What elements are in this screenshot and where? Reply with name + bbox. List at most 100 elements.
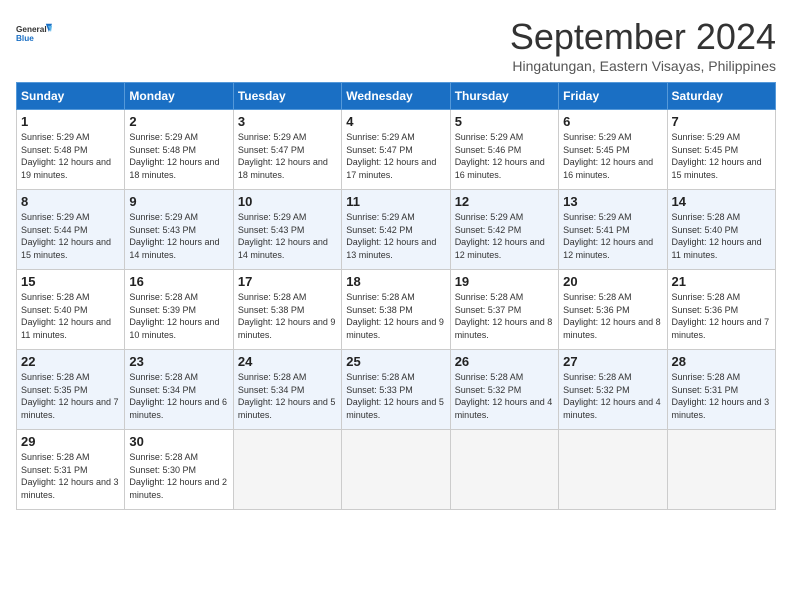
week-row-2: 8 Sunrise: 5:29 AMSunset: 5:44 PMDayligh… <box>17 190 776 270</box>
day-info: Sunrise: 5:28 AMSunset: 5:37 PMDaylight:… <box>455 292 553 340</box>
header-cell-tuesday: Tuesday <box>233 83 341 110</box>
day-cell: 17 Sunrise: 5:28 AMSunset: 5:38 PMDaylig… <box>233 270 341 350</box>
day-cell: 1 Sunrise: 5:29 AMSunset: 5:48 PMDayligh… <box>17 110 125 190</box>
header-cell-thursday: Thursday <box>450 83 558 110</box>
day-cell <box>450 430 558 510</box>
title-area: September 2024 Hingatungan, Eastern Visa… <box>510 16 776 74</box>
header-cell-wednesday: Wednesday <box>342 83 450 110</box>
day-number: 10 <box>238 194 337 209</box>
week-row-4: 22 Sunrise: 5:28 AMSunset: 5:35 PMDaylig… <box>17 350 776 430</box>
day-cell: 4 Sunrise: 5:29 AMSunset: 5:47 PMDayligh… <box>342 110 450 190</box>
day-number: 27 <box>563 354 662 369</box>
day-info: Sunrise: 5:28 AMSunset: 5:36 PMDaylight:… <box>563 292 661 340</box>
day-number: 15 <box>21 274 120 289</box>
week-row-5: 29 Sunrise: 5:28 AMSunset: 5:31 PMDaylig… <box>17 430 776 510</box>
day-number: 18 <box>346 274 445 289</box>
day-info: Sunrise: 5:29 AMSunset: 5:42 PMDaylight:… <box>346 212 436 260</box>
day-cell: 2 Sunrise: 5:29 AMSunset: 5:48 PMDayligh… <box>125 110 233 190</box>
day-info: Sunrise: 5:29 AMSunset: 5:46 PMDaylight:… <box>455 132 545 180</box>
location-title: Hingatungan, Eastern Visayas, Philippine… <box>510 58 776 74</box>
day-cell: 7 Sunrise: 5:29 AMSunset: 5:45 PMDayligh… <box>667 110 775 190</box>
day-cell: 16 Sunrise: 5:28 AMSunset: 5:39 PMDaylig… <box>125 270 233 350</box>
day-info: Sunrise: 5:28 AMSunset: 5:38 PMDaylight:… <box>346 292 444 340</box>
day-number: 19 <box>455 274 554 289</box>
day-info: Sunrise: 5:28 AMSunset: 5:40 PMDaylight:… <box>672 212 762 260</box>
day-number: 8 <box>21 194 120 209</box>
logo: General Blue <box>16 16 52 52</box>
day-cell: 13 Sunrise: 5:29 AMSunset: 5:41 PMDaylig… <box>559 190 667 270</box>
day-number: 2 <box>129 114 228 129</box>
day-info: Sunrise: 5:29 AMSunset: 5:47 PMDaylight:… <box>238 132 328 180</box>
header-cell-friday: Friday <box>559 83 667 110</box>
day-cell: 3 Sunrise: 5:29 AMSunset: 5:47 PMDayligh… <box>233 110 341 190</box>
day-info: Sunrise: 5:28 AMSunset: 5:33 PMDaylight:… <box>346 372 444 420</box>
header-cell-saturday: Saturday <box>667 83 775 110</box>
day-number: 9 <box>129 194 228 209</box>
day-cell: 21 Sunrise: 5:28 AMSunset: 5:36 PMDaylig… <box>667 270 775 350</box>
day-number: 3 <box>238 114 337 129</box>
day-number: 6 <box>563 114 662 129</box>
day-info: Sunrise: 5:28 AMSunset: 5:34 PMDaylight:… <box>129 372 227 420</box>
day-info: Sunrise: 5:28 AMSunset: 5:39 PMDaylight:… <box>129 292 219 340</box>
day-cell: 10 Sunrise: 5:29 AMSunset: 5:43 PMDaylig… <box>233 190 341 270</box>
day-cell: 11 Sunrise: 5:29 AMSunset: 5:42 PMDaylig… <box>342 190 450 270</box>
day-info: Sunrise: 5:29 AMSunset: 5:43 PMDaylight:… <box>129 212 219 260</box>
day-info: Sunrise: 5:29 AMSunset: 5:48 PMDaylight:… <box>129 132 219 180</box>
day-cell: 5 Sunrise: 5:29 AMSunset: 5:46 PMDayligh… <box>450 110 558 190</box>
day-number: 26 <box>455 354 554 369</box>
day-cell: 19 Sunrise: 5:28 AMSunset: 5:37 PMDaylig… <box>450 270 558 350</box>
day-info: Sunrise: 5:28 AMSunset: 5:30 PMDaylight:… <box>129 452 227 500</box>
header-cell-monday: Monday <box>125 83 233 110</box>
day-cell: 20 Sunrise: 5:28 AMSunset: 5:36 PMDaylig… <box>559 270 667 350</box>
day-number: 1 <box>21 114 120 129</box>
header-row: SundayMondayTuesdayWednesdayThursdayFrid… <box>17 83 776 110</box>
day-info: Sunrise: 5:29 AMSunset: 5:48 PMDaylight:… <box>21 132 111 180</box>
day-info: Sunrise: 5:28 AMSunset: 5:38 PMDaylight:… <box>238 292 336 340</box>
day-number: 24 <box>238 354 337 369</box>
day-info: Sunrise: 5:29 AMSunset: 5:45 PMDaylight:… <box>563 132 653 180</box>
day-number: 16 <box>129 274 228 289</box>
svg-text:Blue: Blue <box>16 34 34 43</box>
day-number: 21 <box>672 274 771 289</box>
page-header: General Blue September 2024 Hingatungan,… <box>16 16 776 74</box>
day-info: Sunrise: 5:29 AMSunset: 5:43 PMDaylight:… <box>238 212 328 260</box>
day-number: 14 <box>672 194 771 209</box>
day-info: Sunrise: 5:28 AMSunset: 5:31 PMDaylight:… <box>21 452 119 500</box>
day-info: Sunrise: 5:29 AMSunset: 5:42 PMDaylight:… <box>455 212 545 260</box>
month-title: September 2024 <box>510 16 776 58</box>
day-info: Sunrise: 5:29 AMSunset: 5:45 PMDaylight:… <box>672 132 762 180</box>
logo-svg: General Blue <box>16 16 52 52</box>
day-cell: 15 Sunrise: 5:28 AMSunset: 5:40 PMDaylig… <box>17 270 125 350</box>
day-info: Sunrise: 5:28 AMSunset: 5:32 PMDaylight:… <box>563 372 661 420</box>
day-info: Sunrise: 5:28 AMSunset: 5:40 PMDaylight:… <box>21 292 111 340</box>
day-info: Sunrise: 5:29 AMSunset: 5:47 PMDaylight:… <box>346 132 436 180</box>
day-cell: 9 Sunrise: 5:29 AMSunset: 5:43 PMDayligh… <box>125 190 233 270</box>
day-cell: 22 Sunrise: 5:28 AMSunset: 5:35 PMDaylig… <box>17 350 125 430</box>
day-number: 29 <box>21 434 120 449</box>
day-number: 22 <box>21 354 120 369</box>
day-cell: 8 Sunrise: 5:29 AMSunset: 5:44 PMDayligh… <box>17 190 125 270</box>
day-cell: 6 Sunrise: 5:29 AMSunset: 5:45 PMDayligh… <box>559 110 667 190</box>
day-number: 20 <box>563 274 662 289</box>
day-number: 12 <box>455 194 554 209</box>
day-number: 23 <box>129 354 228 369</box>
day-number: 28 <box>672 354 771 369</box>
day-cell: 29 Sunrise: 5:28 AMSunset: 5:31 PMDaylig… <box>17 430 125 510</box>
header-cell-sunday: Sunday <box>17 83 125 110</box>
day-info: Sunrise: 5:29 AMSunset: 5:44 PMDaylight:… <box>21 212 111 260</box>
svg-text:General: General <box>16 25 47 34</box>
day-number: 11 <box>346 194 445 209</box>
day-number: 5 <box>455 114 554 129</box>
week-row-1: 1 Sunrise: 5:29 AMSunset: 5:48 PMDayligh… <box>17 110 776 190</box>
day-number: 13 <box>563 194 662 209</box>
day-cell <box>342 430 450 510</box>
week-row-3: 15 Sunrise: 5:28 AMSunset: 5:40 PMDaylig… <box>17 270 776 350</box>
day-number: 7 <box>672 114 771 129</box>
day-cell: 24 Sunrise: 5:28 AMSunset: 5:34 PMDaylig… <box>233 350 341 430</box>
day-number: 17 <box>238 274 337 289</box>
day-number: 4 <box>346 114 445 129</box>
day-cell: 12 Sunrise: 5:29 AMSunset: 5:42 PMDaylig… <box>450 190 558 270</box>
day-info: Sunrise: 5:28 AMSunset: 5:34 PMDaylight:… <box>238 372 336 420</box>
day-cell: 30 Sunrise: 5:28 AMSunset: 5:30 PMDaylig… <box>125 430 233 510</box>
day-number: 25 <box>346 354 445 369</box>
